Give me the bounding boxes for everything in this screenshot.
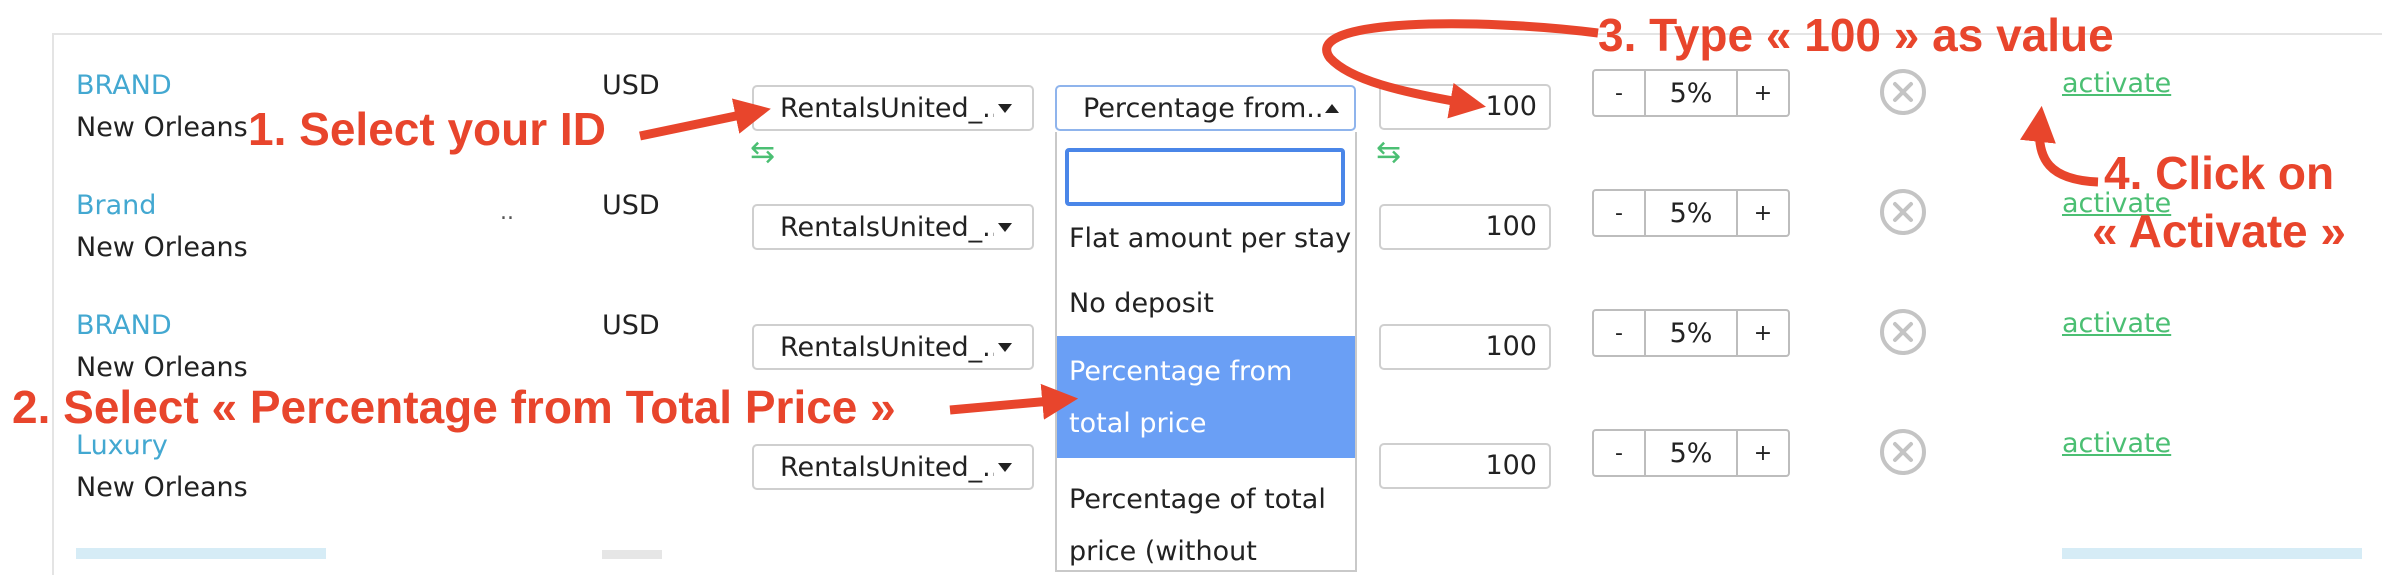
annotation-step4-line1: 4. Click on — [2104, 147, 2335, 199]
arrow-step4 — [2020, 105, 2099, 187]
arrow-step2 — [949, 383, 1079, 420]
annotation-step1: 1. Select your ID — [248, 103, 606, 155]
arrow-step3 — [1322, 19, 1599, 119]
annotation-step4-line2: « Activate » — [2092, 205, 2346, 257]
annotation-step3: 3. Type « 100 » as value — [1598, 9, 2114, 61]
arrow-step1 — [639, 98, 771, 141]
annotation-step2: 2. Select « Percentage from Total Price … — [12, 381, 896, 433]
annotation-arrows — [639, 19, 2099, 420]
